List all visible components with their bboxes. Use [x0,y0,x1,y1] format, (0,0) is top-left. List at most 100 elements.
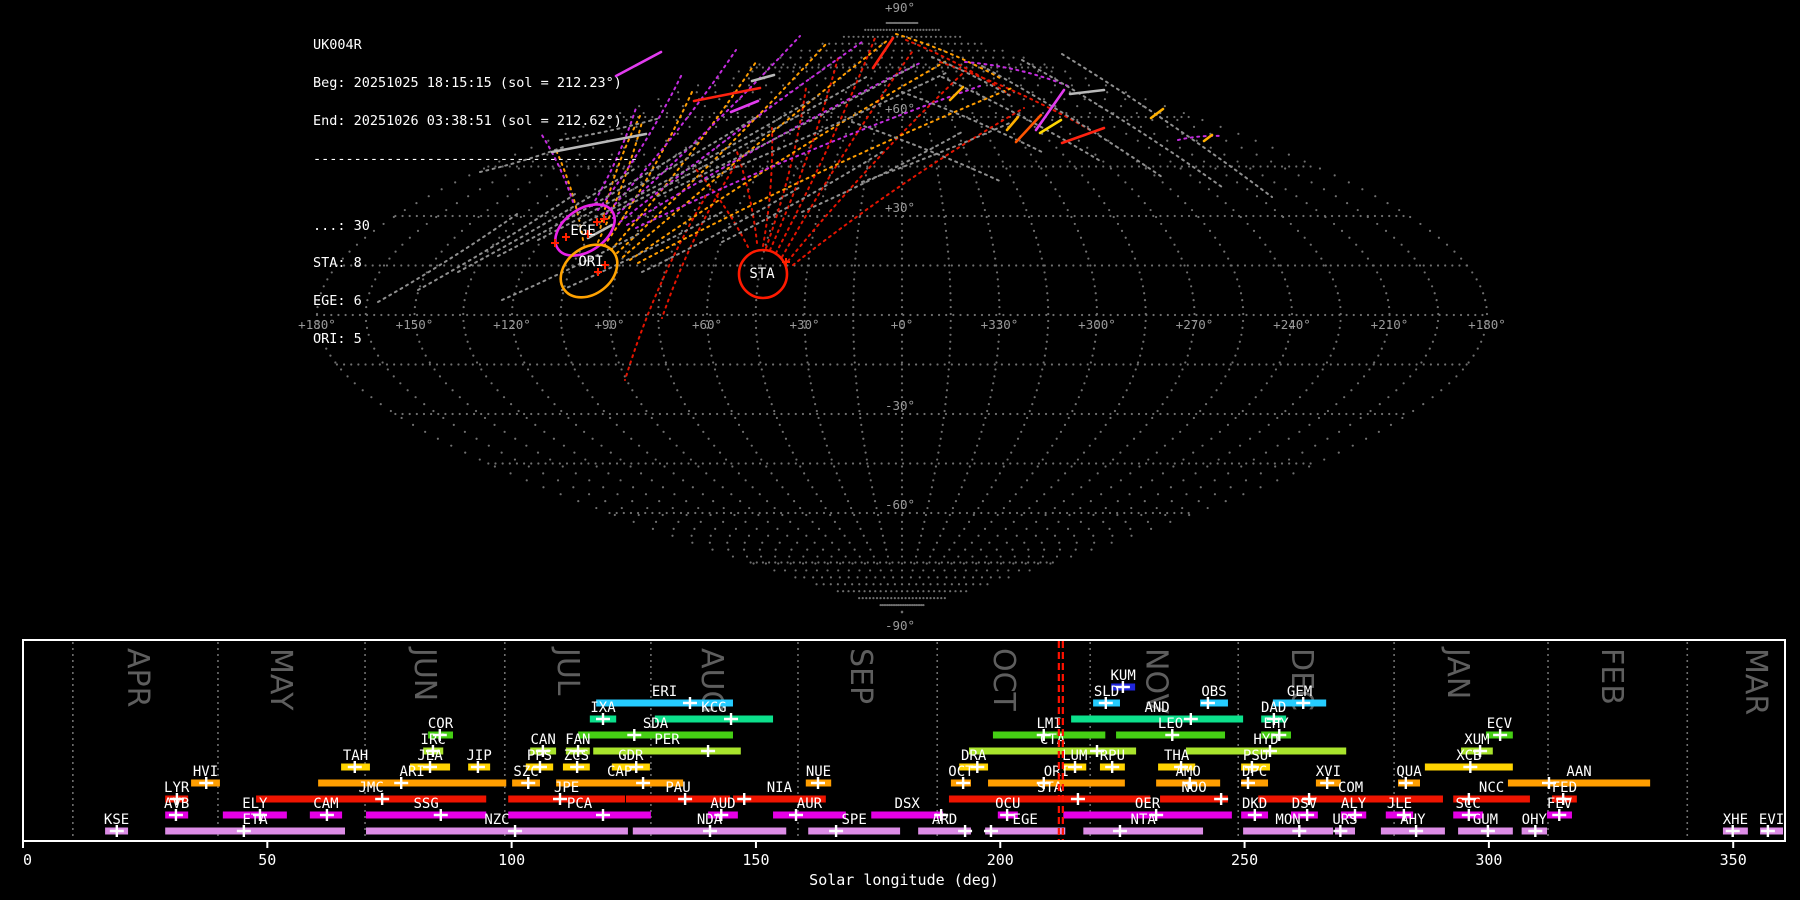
shower-rpu: RPU [1100,748,1125,773]
month-label: JUL [550,646,585,696]
shower-label: ETA [242,812,268,828]
longitude-label: +270° [1176,317,1214,332]
x-tick-label: 150 [742,851,769,869]
meteor-trail-dotted [626,61,923,226]
shower-nue: NUE [805,764,832,789]
shower-label: FED [1552,780,1577,796]
meteor-streak [1034,88,1066,132]
month-label: JAN [1440,646,1475,699]
shower-qua: QUA [1396,764,1422,789]
shower-bar [1083,827,1204,835]
month-label: OCT [986,648,1021,712]
shower-label: EHY [1263,716,1289,732]
shower-label: NCC [1479,780,1504,796]
station-id: UK004R [313,37,362,54]
shower-kse: KSE [104,812,129,837]
shower-label: HYD [1253,732,1278,748]
shower-label: GUM [1473,812,1498,828]
meteor-trail-dotted [1177,134,1223,141]
shower-label: AAN [1566,764,1591,780]
shower-label: JIP [466,748,491,764]
shower-label: PAU [665,780,690,796]
shower-sld: SLD [1093,684,1120,709]
shower-label: OBS [1201,684,1226,700]
shower-label: DPC [1242,764,1267,780]
shower-label: XHE [1723,812,1748,828]
month-label: SEP [843,648,878,704]
x-tick-label: 0 [23,851,32,869]
begin-time: Beg: 20251025 18:15:15 (sol = 212.23°) [313,74,622,91]
longitude-label: +0° [891,317,914,332]
shower-label: THA [1164,748,1190,764]
shower-label: DSV [1292,796,1318,812]
shower-label: OCT [948,764,974,780]
shower-bar [318,779,507,787]
shower-label: PER [654,732,680,748]
month-label: MAR [1738,648,1773,715]
shower-bar [773,811,846,819]
shower-label: JMC [359,780,384,796]
x-tick-label: 200 [987,851,1014,869]
shower-label: DSX [895,796,921,812]
activity-timeline: APR MAY JUN JUL AUG SEP OCT NOV DEC JAN FEB MARKUME… [22,639,1786,889]
longitude-label: +210° [1371,317,1409,332]
shower-label: ELY [242,796,268,812]
shower-label: SZC [513,764,538,780]
meteor-trail-dotted [775,37,876,254]
shower-bar [366,811,487,819]
shower-hvi: HVI [191,764,220,789]
meteor-trail-dotted [762,127,774,247]
meteor-trail-dotted [637,87,1013,264]
shower-label: EGE [1013,812,1038,828]
shower-avb: AVB [164,796,189,821]
latitude-label: -90° [885,618,915,633]
shower-jip: JIP [466,748,492,773]
shower-bar [165,827,346,835]
shower-bar [366,827,628,835]
shower-label: ORI [1044,764,1069,780]
shower-label: AND [1144,700,1169,716]
latitude-label: +30° [885,200,915,215]
shower-label: SSG [413,796,438,812]
shower-label: AUD [710,796,735,812]
latitude-label: +60° [885,101,915,116]
shower-label: NZC [484,812,509,828]
x-tick-label: 100 [498,851,525,869]
shower-label: URS [1332,812,1357,828]
count-ege: EGE: 6 [313,293,362,310]
month-label: MAY [263,648,298,711]
shower-tah: TAH [341,748,370,773]
x-tick-label: 300 [1475,851,1502,869]
longitude-label: +30° [789,317,819,332]
shower-ecv: ECV [1485,716,1513,741]
shower-ixa: IXA [589,700,616,725]
shower-label: LEO [1158,716,1183,732]
shower-label: JLE [1387,796,1412,812]
shower-szc: SZC [512,764,540,789]
meteor-streak [750,73,776,83]
shower-label: EVI [1759,812,1784,828]
shower-label: NOO [1181,780,1206,796]
count-sporadic: ...: 30 [313,217,370,234]
shower-xhe: XHE [1723,812,1748,837]
shower-zcs: ZCS [562,748,590,773]
longitude-label: +300° [1078,317,1116,332]
shower-bar [508,811,651,819]
meteor-streak [729,99,760,114]
shower-label: QUA [1396,764,1422,780]
shower-label: ARD [932,812,957,828]
shower-label: AHY [1400,812,1426,828]
shower-label: XUM [1464,732,1489,748]
shower-label: PCA [567,796,593,812]
shower-obs: OBS [1200,684,1228,709]
radiant-map-app: UK004R Beg: 20251025 18:15:15 (sol = 212… [0,0,1800,900]
shower-label: KCG [701,700,726,716]
shower-bar [256,795,487,803]
shower-bar [1243,827,1334,835]
longitude-label: +240° [1273,317,1311,332]
shower-evi: EVI [1759,812,1784,837]
x-tick-label: 50 [258,851,276,869]
latitude-label: -30° [885,398,915,413]
x-axis-title: Solar longitude (deg) [809,871,999,889]
shower-label: ERI [652,684,677,700]
